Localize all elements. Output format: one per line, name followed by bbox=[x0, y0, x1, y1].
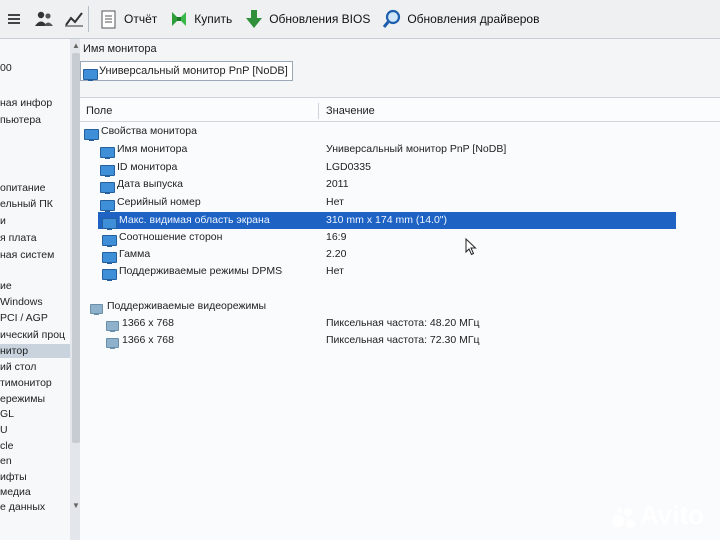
field-cell: 1366 x 768 bbox=[122, 334, 174, 346]
tree-item[interactable]: и bbox=[0, 214, 70, 228]
section-title: Поддерживаемые видеорежимы bbox=[107, 300, 267, 312]
value-cell: Нет bbox=[326, 196, 344, 208]
field-cell: Дата выпуска bbox=[117, 178, 184, 190]
section-video-modes[interactable]: Поддерживаемые видеорежимы bbox=[80, 298, 720, 316]
table-row-selected[interactable]: Макс. видимая область экрана 310 mm x 17… bbox=[98, 212, 676, 230]
buy-button[interactable]: Купить bbox=[163, 4, 238, 34]
section-monitor-properties[interactable]: Свойства монитора bbox=[80, 123, 720, 141]
tree-item[interactable]: en bbox=[0, 454, 70, 468]
table-row[interactable]: 1366 x 768 Пиксельная частота: 72.30 МГц bbox=[80, 332, 720, 352]
bios-updates-label: Обновления BIOS bbox=[269, 12, 371, 26]
grid-header: Поле Значение bbox=[80, 101, 720, 122]
field-cell: ID монитора bbox=[117, 161, 178, 173]
tree-item[interactable]: опитание bbox=[0, 181, 70, 195]
tree-item[interactable]: тимонитор bbox=[0, 376, 70, 390]
tree-item[interactable]: ережимы bbox=[0, 392, 70, 406]
table-row[interactable]: Поддерживаемые режимы DPMS Нет bbox=[80, 263, 720, 283]
value-cell: Нет bbox=[326, 265, 344, 277]
table-row[interactable]: Серийный номер Нет bbox=[80, 194, 720, 212]
scrollbar-thumb[interactable] bbox=[72, 53, 80, 443]
value-cell: Универсальный монитор PnP [NoDB] bbox=[326, 143, 507, 155]
toolbar-left-icons bbox=[0, 9, 84, 29]
tree-item[interactable]: ифты bbox=[0, 470, 70, 484]
column-divider[interactable] bbox=[318, 103, 319, 119]
monitor-icon bbox=[83, 65, 98, 83]
tree-item[interactable]: е данных bbox=[0, 500, 70, 514]
magnifier-icon bbox=[382, 9, 402, 29]
tree-item[interactable]: я плата bbox=[0, 231, 70, 245]
avito-watermark-text: Avito bbox=[640, 500, 705, 530]
tree-item[interactable]: cle bbox=[0, 439, 70, 453]
benchmark-chart-icon[interactable] bbox=[64, 9, 84, 29]
mouse-cursor-icon bbox=[465, 237, 477, 259]
report-label: Отчёт bbox=[124, 12, 158, 26]
field-cell: Гамма bbox=[119, 248, 151, 260]
tree-item[interactable]: ический проц bbox=[0, 328, 70, 342]
tree-item-monitor-selected[interactable]: нитор bbox=[0, 344, 70, 358]
buy-label: Купить bbox=[194, 12, 233, 26]
report-document-icon bbox=[99, 9, 119, 29]
section-title: Свойства монитора bbox=[101, 125, 197, 137]
field-cell: Соотношение сторон bbox=[119, 231, 223, 243]
device-name-value[interactable]: Универсальный монитор PnP [NoDB] bbox=[80, 61, 293, 81]
table-row[interactable]: ID монитора LGD0335 bbox=[80, 159, 720, 177]
tree-item[interactable]: PCI / AGP bbox=[0, 311, 70, 325]
tree-item[interactable]: пьютера bbox=[0, 113, 70, 127]
device-header: Имя монитора Универсальный монитор PnP [… bbox=[80, 39, 720, 98]
tree-item[interactable]: ная инфор bbox=[0, 96, 70, 110]
value-cell: Пиксельная частота: 72.30 МГц bbox=[326, 334, 480, 346]
value-cell: 16:9 bbox=[326, 231, 347, 243]
tree-item[interactable]: GL bbox=[0, 407, 70, 421]
value-cell: 2.20 bbox=[326, 248, 347, 260]
bios-updates-button[interactable]: Обновления BIOS bbox=[238, 4, 376, 34]
buy-arrows-icon bbox=[169, 9, 189, 29]
table-row[interactable]: Гамма 2.20 bbox=[80, 246, 720, 264]
details-pane: Имя монитора Универсальный монитор PnP [… bbox=[80, 39, 720, 540]
navigation-tree: 00 ная инфор пьютера опитание ельный ПК … bbox=[0, 39, 71, 540]
monitor-icon bbox=[106, 335, 119, 352]
table-row[interactable]: Имя монитора Универсальный монитор PnP [… bbox=[80, 141, 720, 159]
tree-item[interactable]: ий стол bbox=[0, 360, 70, 374]
column-header-field[interactable]: Поле bbox=[86, 105, 112, 117]
column-header-value[interactable]: Значение bbox=[326, 105, 375, 117]
avito-watermark-logo: Avito bbox=[612, 500, 704, 531]
field-cell: Серийный номер bbox=[117, 196, 201, 208]
field-cell: 1366 x 768 bbox=[122, 317, 174, 329]
tree-item[interactable]: медиа bbox=[0, 485, 70, 499]
driver-updates-button[interactable]: Обновления драйверов bbox=[376, 4, 545, 34]
field-cell: Имя монитора bbox=[117, 143, 188, 155]
value-cell: Пиксельная частота: 48.20 МГц bbox=[326, 317, 480, 329]
tree-item[interactable]: ельный ПК bbox=[0, 197, 70, 211]
tree-item[interactable]: ная систем bbox=[0, 248, 70, 262]
driver-updates-label: Обновления драйверов bbox=[407, 12, 540, 26]
value-cell: 2011 bbox=[326, 178, 349, 190]
device-name-text: Универсальный монитор PnP [NoDB] bbox=[99, 65, 288, 77]
tree-item[interactable]: ие bbox=[0, 279, 70, 293]
tree-item[interactable]: 00 bbox=[0, 61, 70, 75]
field-cell: Макс. видимая область экрана bbox=[119, 214, 270, 226]
monitor-icon bbox=[102, 266, 117, 283]
report-button[interactable]: Отчёт bbox=[93, 4, 163, 34]
toolbar: Отчёт Купить Обновления BIOS Обновления … bbox=[0, 0, 720, 39]
menu-icon[interactable] bbox=[4, 9, 24, 29]
avito-logo-dots-icon bbox=[612, 506, 636, 529]
value-cell: LGD0335 bbox=[326, 161, 371, 173]
table-row[interactable]: Дата выпуска 2011 bbox=[80, 176, 720, 194]
tree-item[interactable]: Windows bbox=[0, 295, 70, 309]
scroll-up-arrow-icon[interactable]: ▲ bbox=[72, 41, 80, 51]
value-cell: 310 mm x 174 mm (14.0") bbox=[326, 214, 448, 226]
download-arrow-icon bbox=[244, 9, 264, 29]
device-name-label: Имя монитора bbox=[83, 43, 157, 55]
users-icon[interactable] bbox=[34, 9, 54, 29]
field-cell: Поддерживаемые режимы DPMS bbox=[119, 265, 283, 277]
tree-item[interactable]: U bbox=[0, 423, 70, 437]
toolbar-separator bbox=[88, 6, 89, 32]
table-row[interactable]: Соотношение сторон 16:9 bbox=[80, 229, 720, 247]
scroll-down-arrow-icon[interactable]: ▼ bbox=[72, 501, 80, 511]
table-row[interactable]: 1366 x 768 Пиксельная частота: 48.20 МГц bbox=[80, 315, 720, 333]
